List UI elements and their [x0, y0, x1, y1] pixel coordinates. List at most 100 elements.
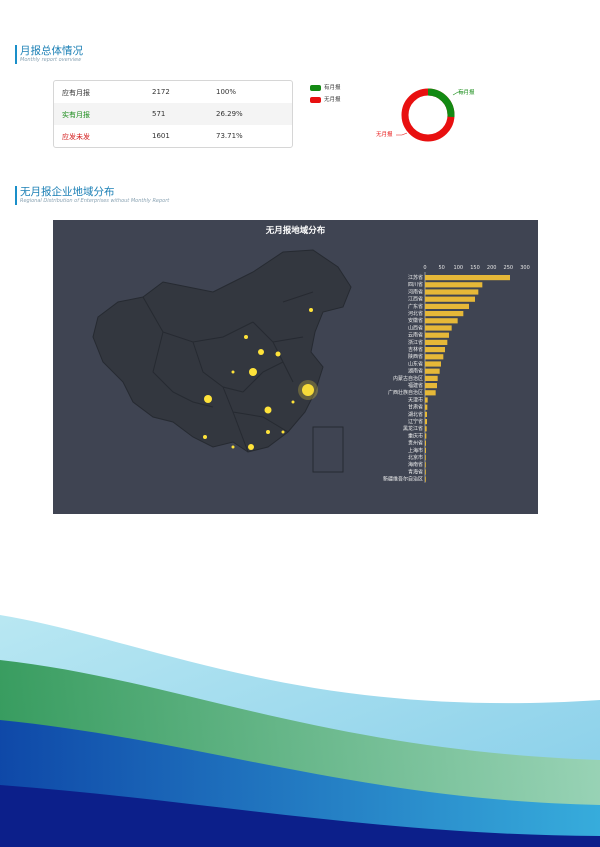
section-subtitle: Regional Distribution of Enterprises wit…	[20, 198, 170, 204]
map-dot	[231, 445, 235, 449]
legend-swatch	[310, 84, 321, 91]
section-subtitle: Monthly report overview	[20, 57, 82, 63]
china-map	[92, 249, 352, 473]
category-label: 福建省	[408, 382, 423, 389]
category-label: 贵州省	[408, 440, 423, 447]
stats-row: 实有月报 571 26.29%	[54, 103, 292, 125]
section-title: 月报总体情况	[20, 45, 83, 57]
bar[interactable]	[425, 447, 426, 453]
map-dot	[266, 430, 270, 434]
map-dot	[281, 430, 285, 434]
x-tick-label: 200	[487, 265, 497, 271]
map-dot	[231, 370, 235, 374]
map-dot	[264, 406, 272, 414]
category-label: 河南省	[408, 288, 423, 295]
category-label: 青海省	[408, 468, 423, 475]
map-dot	[203, 435, 207, 439]
south-sea-inset	[312, 426, 344, 473]
category-label: 湖南省	[408, 368, 423, 375]
map-dot	[291, 400, 295, 404]
bar[interactable]	[425, 455, 426, 461]
category-label: 广西壮族自治区	[388, 389, 423, 396]
bar[interactable]	[425, 311, 464, 317]
bar[interactable]	[425, 361, 441, 367]
map-dot	[298, 380, 318, 400]
map-dot	[309, 308, 313, 312]
bar[interactable]	[425, 440, 426, 446]
bar[interactable]	[425, 462, 426, 468]
category-label: 新疆维吾尔自治区	[383, 476, 423, 483]
bar[interactable]	[425, 303, 469, 309]
bar[interactable]	[425, 318, 458, 324]
legend-label: 有月报	[324, 85, 341, 91]
category-label: 天津市	[408, 396, 423, 403]
x-tick-label: 150	[470, 265, 480, 271]
map-title: 无月报地域分布	[265, 226, 326, 236]
category-label: 安徽省	[408, 317, 423, 324]
x-tick-label: 50	[438, 265, 444, 271]
bar[interactable]	[425, 282, 483, 288]
category-label: 海南省	[408, 461, 423, 468]
map-panel: 无月报地域分布 0 50 100 150 200 250 300 江苏省 四川省 河南省 江西省 广东…	[53, 220, 538, 514]
map-dot	[258, 349, 264, 355]
bar[interactable]	[425, 390, 436, 396]
stat-count: 2172	[152, 88, 170, 96]
bar[interactable]	[425, 397, 428, 403]
category-label: 云南省	[408, 332, 423, 339]
category-label: 湖北省	[408, 411, 423, 418]
bar[interactable]	[425, 332, 449, 338]
category-label: 北京市	[408, 454, 423, 461]
category-label: 四川省	[408, 281, 423, 288]
bar[interactable]	[425, 375, 438, 381]
x-tick-label: 100	[454, 265, 464, 271]
bar-chart: 0 50 100 150 200 250 300 江苏省四川省河南省江西省广东省河北省安徽省山…	[383, 265, 530, 483]
category-label: 江西省	[408, 296, 423, 303]
donut-label-none: 无月报	[376, 132, 393, 138]
category-label: 山西省	[408, 324, 423, 331]
bar[interactable]	[425, 354, 444, 360]
bar[interactable]	[425, 433, 427, 439]
bar[interactable]	[425, 411, 427, 417]
bar[interactable]	[425, 383, 437, 389]
category-label: 上海市	[408, 447, 423, 454]
donut-legend-has[interactable]: 有月报	[310, 83, 341, 91]
map-dot	[249, 368, 257, 376]
stat-percent: 100%	[216, 88, 237, 96]
category-label: 河北省	[408, 310, 423, 317]
stat-label: 应有月报	[62, 89, 90, 97]
category-label: 甘肃省	[408, 404, 423, 411]
bar[interactable]	[425, 469, 426, 475]
bar[interactable]	[425, 419, 427, 425]
legend-label: 无月报	[324, 97, 341, 103]
map-outline	[92, 249, 352, 453]
x-tick-label: 250	[504, 265, 514, 271]
bar[interactable]	[425, 347, 445, 353]
category-label: 广东省	[408, 303, 423, 310]
stat-percent: 26.29%	[216, 110, 243, 118]
stat-percent: 73.71%	[216, 132, 243, 140]
donut-legend-none[interactable]: 无月报	[310, 95, 341, 103]
bar[interactable]	[425, 368, 440, 374]
stat-count: 1601	[152, 132, 170, 140]
decorative-wave	[0, 615, 600, 847]
map-dot	[204, 395, 212, 403]
bar[interactable]	[425, 426, 427, 432]
category-label: 内蒙古自治区	[393, 375, 423, 382]
category-label: 黑龙江省	[403, 425, 423, 432]
stats-table: 应有月报 2172 100% 实有月报 571 26.29% 应发未发 1601…	[53, 80, 293, 148]
bar[interactable]	[425, 289, 479, 295]
bar[interactable]	[425, 275, 510, 281]
section-header-distribution: 无月报企业地域分布 Regional Distribution of Enter…	[15, 186, 169, 205]
bar[interactable]	[425, 404, 428, 410]
stat-count: 571	[152, 110, 166, 118]
bar[interactable]	[425, 325, 452, 331]
x-tick-label: 300	[520, 265, 530, 271]
bar[interactable]	[425, 476, 426, 482]
map-dot	[244, 335, 248, 339]
section-header-overview: 月报总体情况 Monthly report overview	[15, 45, 83, 64]
category-label: 吉林省	[408, 346, 423, 353]
bar[interactable]	[425, 339, 448, 345]
x-tick-label: 0	[423, 265, 426, 271]
category-label: 浙江省	[408, 339, 423, 346]
bar[interactable]	[425, 296, 475, 302]
